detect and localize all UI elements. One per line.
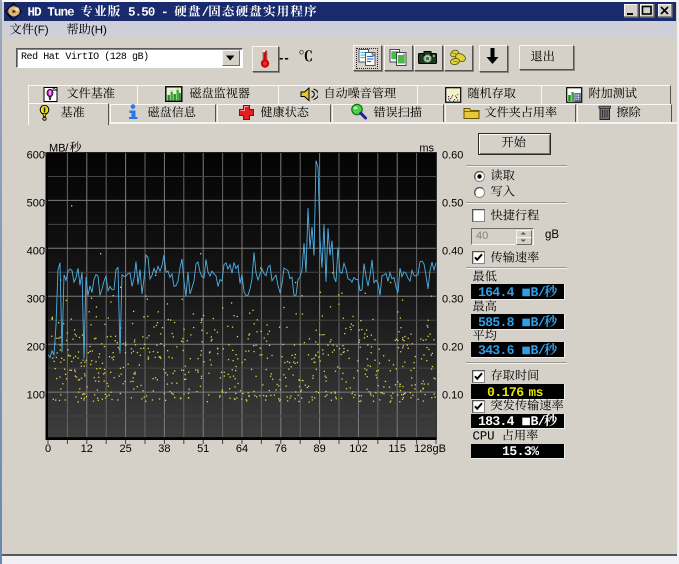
svg-text:25: 25 (119, 443, 131, 455)
svg-text:89: 89 (313, 443, 325, 455)
svg-text:600: 600 (27, 150, 45, 162)
svg-text:200: 200 (27, 341, 45, 353)
svg-text:500: 500 (27, 198, 45, 210)
svg-text:38: 38 (158, 443, 170, 455)
svg-text:128gB: 128gB (414, 443, 446, 455)
svg-text:100: 100 (27, 389, 45, 401)
svg-text:12: 12 (81, 443, 93, 455)
svg-text:0.60: 0.60 (442, 150, 463, 162)
svg-text:51: 51 (197, 443, 209, 455)
svg-text:ms: ms (419, 143, 434, 155)
svg-text:0.50: 0.50 (442, 198, 463, 210)
svg-text:0: 0 (45, 443, 51, 455)
svg-text:0.40: 0.40 (442, 246, 463, 258)
svg-text:64: 64 (236, 443, 248, 455)
svg-text:115: 115 (388, 443, 406, 455)
svg-text:0.30: 0.30 (442, 293, 463, 305)
svg-text:102: 102 (349, 443, 367, 455)
svg-text:0.20: 0.20 (442, 341, 463, 353)
svg-text:300: 300 (27, 293, 45, 305)
svg-text:400: 400 (27, 246, 45, 258)
svg-text:0.10: 0.10 (442, 389, 463, 401)
svg-text:76: 76 (275, 443, 287, 455)
